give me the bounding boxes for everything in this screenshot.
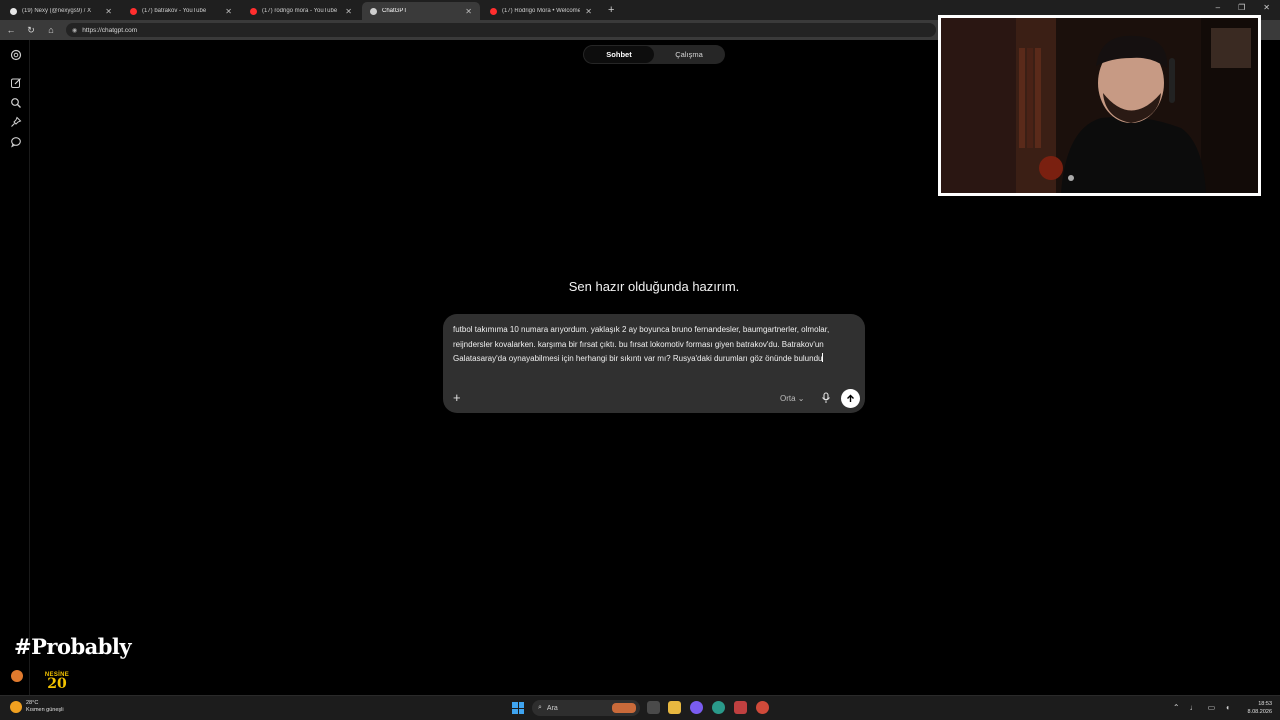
mode-toggle: Sohbet Çalışma (583, 45, 725, 64)
url-text: https://chatgpt.com (82, 26, 138, 34)
task-view-icon[interactable] (647, 701, 660, 714)
new-chat-icon[interactable] (10, 77, 22, 89)
youtube-favicon-icon (250, 7, 257, 15)
arrow-up-icon (847, 394, 854, 402)
taskbar: 28°C Kısmen güneşli ⌕ Ara ⌃ ♩ ▭ ◖ 18:53 … (0, 695, 1280, 720)
sun-icon (10, 701, 22, 713)
edge-browser-icon[interactable] (712, 701, 725, 714)
close-icon[interactable]: ✕ (225, 7, 232, 16)
microphone-icon[interactable]: ♩ (1190, 703, 1198, 712)
orange-orb-icon (11, 670, 23, 682)
url-input[interactable]: ◉ https://chatgpt.com (66, 23, 936, 37)
close-icon[interactable]: ✕ (105, 7, 112, 16)
weather-text: Kısmen güneşli (26, 707, 64, 713)
minimize-icon[interactable]: – (1216, 3, 1220, 12)
chevron-down-icon: ⌄ (797, 394, 805, 403)
system-tray: ⌃ ♩ ▭ ◖ (1173, 703, 1230, 712)
volume-icon[interactable]: ◖ (1225, 703, 1230, 712)
sponsor-number: 20 (47, 676, 67, 692)
clock-date: 8.08.2026 (1247, 709, 1272, 715)
prompt-text: futbol takımıma 10 numara arıyordum. yak… (453, 325, 830, 363)
tab-title: ChatGPT (382, 8, 408, 14)
search-icon: ⌕ (538, 704, 542, 711)
clock-time: 18:53 (1258, 701, 1272, 707)
youtube-favicon-icon (490, 7, 497, 15)
start-button[interactable] (512, 702, 524, 714)
browser-tab[interactable]: (19) Nexy (@nexygs9) / X ✕ (2, 2, 120, 20)
x-favicon-icon (10, 7, 17, 15)
browser-tab[interactable]: (17) Rodrigo Mora • Welcome to ✕ (482, 2, 600, 20)
search-icon[interactable] (10, 97, 22, 109)
prompt-composer: futbol takımıma 10 numara arıyordum. yak… (443, 314, 865, 413)
close-icon[interactable]: ✕ (345, 7, 352, 16)
tab-sohbet[interactable]: Sohbet (584, 46, 654, 63)
file-explorer-icon[interactable] (668, 701, 681, 714)
microphone-icon[interactable] (821, 392, 831, 404)
sidebar-rail (0, 40, 30, 695)
pin-icon[interactable] (10, 116, 22, 128)
webcam-overlay (938, 15, 1261, 196)
search-highlight-image (612, 703, 636, 713)
search-label: Ara (546, 704, 558, 712)
site-info-icon[interactable]: ◉ (72, 27, 77, 34)
tab-title: (19) Nexy (@nexygs9) / X (22, 8, 92, 14)
weather-widget[interactable]: 28°C Kısmen güneşli (10, 700, 64, 714)
discord-icon[interactable] (690, 701, 703, 714)
chat-bubble-icon[interactable] (10, 136, 22, 148)
home-icon[interactable]: ⌂ (46, 25, 56, 35)
close-icon[interactable]: ✕ (465, 7, 472, 16)
sponsor-logo: NESİNE 20 (43, 672, 71, 691)
prompt-input[interactable]: futbol takımıma 10 numara arıyordum. yak… (453, 323, 853, 367)
chevron-up-icon[interactable]: ⌃ (1173, 703, 1180, 712)
obs-icon[interactable] (756, 701, 769, 714)
model-selector[interactable]: Orta ⌄ (780, 394, 805, 403)
app-icon[interactable] (734, 701, 747, 714)
temperature: 28°C (26, 700, 39, 706)
clock[interactable]: 18:53 8.08.2026 (1248, 700, 1272, 716)
streamer-webcam-image (941, 18, 1258, 193)
browser-tab[interactable]: (17) rodrigo mora - YouTube ✕ (242, 2, 360, 20)
close-window-icon[interactable]: ✕ (1263, 3, 1270, 12)
network-icon[interactable]: ▭ (1208, 703, 1216, 712)
tab-title: (17) batrakov - YouTube (142, 8, 207, 14)
reload-icon[interactable]: ↻ (26, 25, 36, 36)
add-attachment-button[interactable]: + (453, 391, 461, 404)
model-label: Orta (780, 394, 796, 403)
tab-title: (17) Rodrigo Mora • Welcome to (502, 8, 581, 14)
send-button[interactable] (841, 389, 860, 408)
chatgpt-favicon-icon (370, 7, 377, 15)
openai-logo-icon[interactable] (10, 49, 22, 61)
hashtag-overlay: #Probably (14, 634, 132, 659)
text-caret (822, 353, 824, 362)
close-icon[interactable]: ✕ (585, 7, 592, 16)
youtube-favicon-icon (130, 7, 137, 15)
page-title: Sen hazır olduğunda hazırım. (568, 279, 740, 294)
tab-calisma[interactable]: Çalışma (654, 46, 724, 63)
new-tab-button[interactable]: + (608, 2, 614, 20)
window-controls: – ❐ ✕ (1216, 3, 1270, 12)
tab-title: (17) rodrigo mora - YouTube (262, 8, 338, 14)
browser-tab[interactable]: (17) batrakov - YouTube ✕ (122, 2, 240, 20)
maximize-icon[interactable]: ❐ (1238, 3, 1245, 12)
back-icon[interactable]: ← (6, 25, 16, 35)
browser-tab-active[interactable]: ChatGPT ✕ (362, 2, 480, 20)
taskbar-search[interactable]: ⌕ Ara (532, 700, 640, 716)
